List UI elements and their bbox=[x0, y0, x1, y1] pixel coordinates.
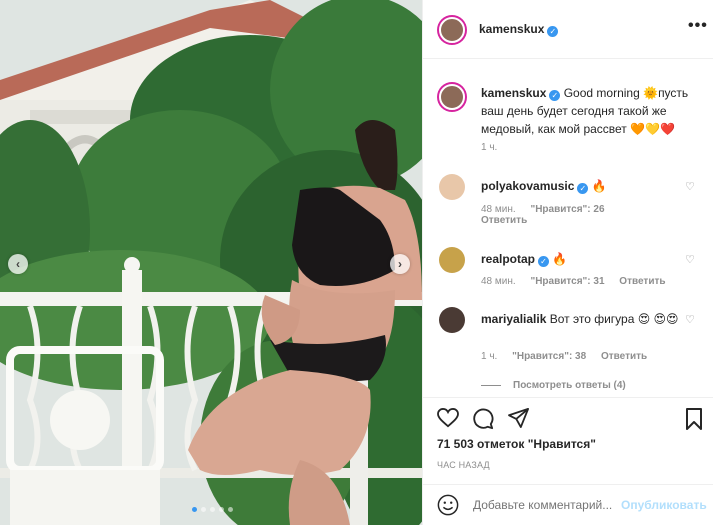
verified-badge-icon: ✓ bbox=[577, 183, 589, 194]
caption-text: kamenskux ✓ Good morning 🌞пусть ваш день … bbox=[481, 84, 701, 138]
carousel-dot-active bbox=[192, 507, 197, 512]
post-details-panel: kamenskux ✓ ••• kamenskux ✓ Good morning 🌞… bbox=[422, 0, 713, 525]
comment-meta: 1 ч. "Нравится": 38 Ответить bbox=[481, 351, 659, 362]
publish-button[interactable]: Опубликовать bbox=[621, 498, 707, 512]
previous-photo-button[interactable]: ‹ bbox=[8, 254, 28, 274]
view-replies-label: Посмотреть ответы (4) bbox=[513, 380, 626, 391]
carousel-dot bbox=[210, 507, 215, 512]
next-photo-button[interactable]: › bbox=[390, 254, 410, 274]
comment-likes[interactable]: "Нравится": 26 bbox=[530, 204, 604, 215]
comment-likes[interactable]: "Нравится": 31 bbox=[530, 276, 604, 287]
caption-time: 1 ч. bbox=[481, 142, 498, 153]
comment-bubble-icon[interactable] bbox=[472, 408, 494, 430]
add-comment-input[interactable] bbox=[473, 498, 623, 512]
add-comment-bar: Опубликовать bbox=[423, 484, 713, 525]
comment-username[interactable]: realpotap bbox=[481, 252, 535, 266]
photo-illustration bbox=[0, 0, 422, 525]
emoji-smiley-icon[interactable] bbox=[437, 494, 459, 516]
commenter-avatar[interactable] bbox=[439, 307, 465, 333]
like-comment-icon[interactable]: ♡ bbox=[685, 253, 695, 266]
post-timestamp: ЧАС НАЗАД bbox=[437, 460, 490, 470]
carousel-dot bbox=[228, 507, 233, 512]
author-avatar[interactable] bbox=[439, 17, 465, 43]
carousel-dot bbox=[201, 507, 206, 512]
author-username[interactable]: kamenskux ✓ bbox=[479, 22, 559, 37]
likes-count[interactable]: 71 503 отметок "Нравится" bbox=[437, 437, 596, 451]
caption-body-a: Good morning bbox=[563, 86, 644, 100]
like-comment-icon[interactable]: ♡ bbox=[685, 313, 695, 326]
verified-badge-icon: ✓ bbox=[538, 256, 550, 267]
comment-time: 48 мин. bbox=[481, 204, 516, 215]
view-replies-button[interactable]: Посмотреть ответы (4) bbox=[481, 380, 626, 391]
commenter-avatar[interactable] bbox=[439, 247, 465, 273]
like-heart-icon[interactable] bbox=[437, 408, 459, 428]
caption-username[interactable]: kamenskux bbox=[481, 86, 546, 100]
sun-emoji: 🌞 bbox=[643, 86, 659, 100]
post-actions bbox=[423, 397, 713, 437]
caption-author-avatar[interactable] bbox=[439, 84, 465, 110]
comment-text: polyakovamusic ✓ 🔥 bbox=[481, 178, 681, 195]
verified-badge-icon: ✓ bbox=[547, 26, 559, 37]
reply-button[interactable]: Ответить bbox=[619, 276, 665, 287]
comment-text: realpotap ✓ 🔥 bbox=[481, 251, 681, 268]
comment-body: 🔥 bbox=[591, 179, 607, 193]
verified-badge-icon: ✓ bbox=[549, 90, 561, 101]
comment-username[interactable]: polyakovamusic bbox=[481, 179, 574, 193]
comment-text: mariyalialik Вот это фигура 😍 😍😍 bbox=[481, 311, 681, 328]
save-bookmark-icon[interactable] bbox=[685, 408, 703, 430]
reply-button[interactable]: Ответить bbox=[601, 351, 647, 362]
reply-button[interactable]: Ответить bbox=[481, 215, 527, 226]
commenter-avatar[interactable] bbox=[439, 174, 465, 200]
post-header: kamenskux ✓ ••• bbox=[423, 0, 713, 59]
comment-body: 🔥 bbox=[552, 252, 568, 266]
comment-body: Вот это фигура 😍 😍😍 bbox=[549, 312, 679, 326]
share-paper-plane-icon[interactable] bbox=[508, 408, 530, 428]
comment-likes[interactable]: "Нравится": 38 bbox=[512, 351, 586, 362]
comment-time: 1 ч. bbox=[481, 351, 498, 362]
hearts-emoji: 🧡💛❤️ bbox=[630, 122, 675, 136]
carousel-dot bbox=[219, 507, 224, 512]
comment-meta: 48 мин. "Нравится": 31 Ответить bbox=[481, 276, 678, 287]
comment-meta: 48 мин. "Нравится": 26 bbox=[481, 204, 617, 215]
more-options-icon[interactable]: ••• bbox=[688, 17, 708, 35]
post-photo[interactable]: ‹ › bbox=[0, 0, 422, 525]
comment-time: 48 мин. bbox=[481, 276, 516, 287]
comment-username[interactable]: mariyalialik bbox=[481, 312, 546, 326]
like-comment-icon[interactable]: ♡ bbox=[685, 180, 695, 193]
replies-divider bbox=[481, 384, 501, 386]
carousel-indicator bbox=[192, 507, 233, 512]
